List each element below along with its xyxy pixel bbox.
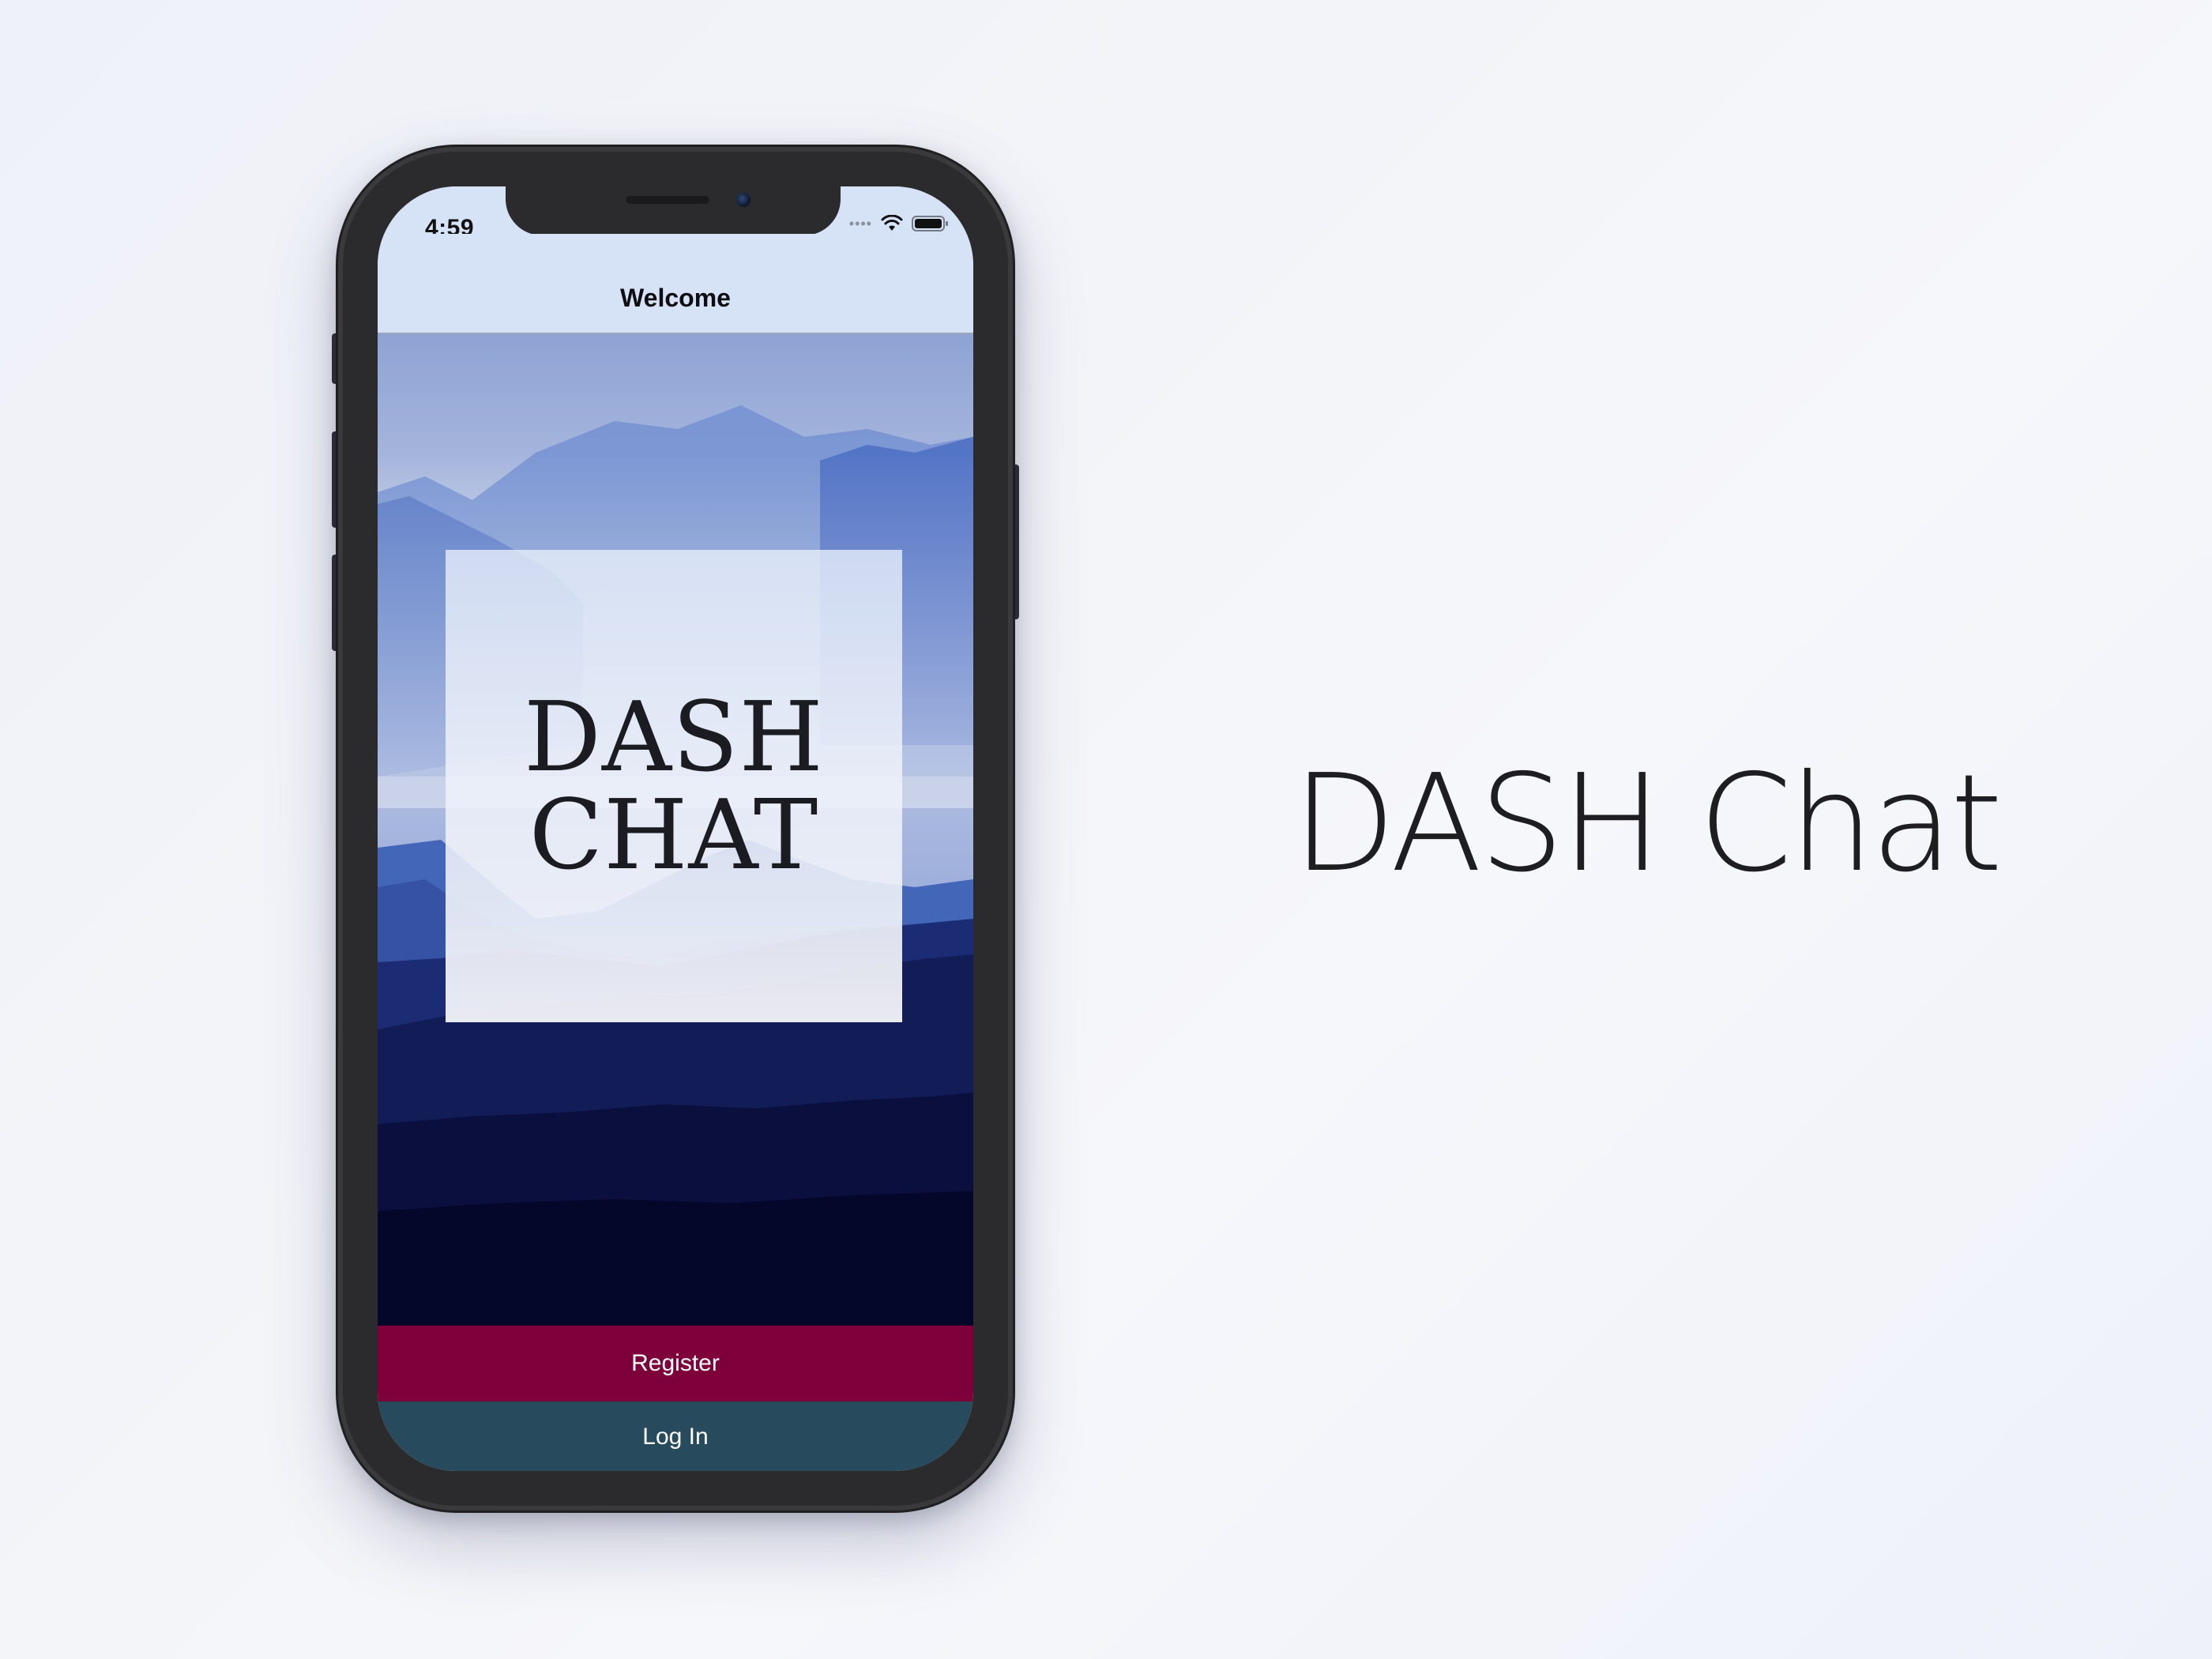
wifi-icon — [881, 215, 903, 231]
signal-dots-icon: •••• — [848, 215, 872, 231]
login-button[interactable]: Log In — [378, 1401, 973, 1471]
phone-notch — [506, 186, 841, 235]
register-button[interactable]: Register — [378, 1326, 973, 1401]
mountain-background-image: DASH CHAT — [378, 334, 973, 1326]
logo-text-dash: DASH — [524, 681, 824, 793]
status-icons: •••• — [849, 215, 950, 232]
phone-screen: DASH CHAT 4:59 •••• Welcome Register Log… — [378, 186, 973, 1471]
logo-card: DASH CHAT — [446, 550, 902, 1022]
speaker-grille — [626, 196, 709, 204]
app-name-title: DASH Chat — [1292, 746, 2003, 902]
logo-text-chat: CHAT — [529, 779, 819, 891]
phone-frame: DASH CHAT 4:59 •••• Welcome Register Log… — [338, 147, 1013, 1510]
battery-icon — [912, 216, 948, 231]
front-camera — [736, 193, 750, 207]
nav-title: Welcome — [620, 284, 731, 312]
navigation-bar: Welcome — [378, 234, 973, 334]
